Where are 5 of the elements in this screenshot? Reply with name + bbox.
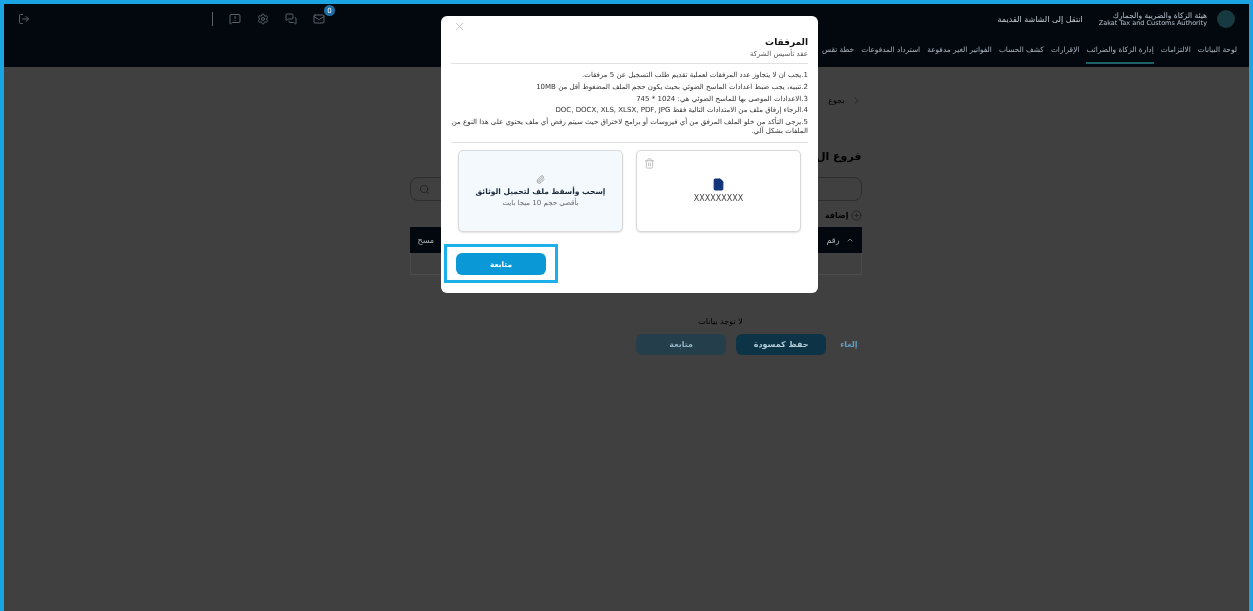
page-heading: فروع ال: [814, 150, 862, 163]
column-header: مسح: [417, 235, 435, 245]
dialog-title: المرفقات: [764, 37, 808, 47]
column-header: رقم: [826, 235, 840, 245]
file-name: XXXXXXXXX: [693, 194, 744, 203]
